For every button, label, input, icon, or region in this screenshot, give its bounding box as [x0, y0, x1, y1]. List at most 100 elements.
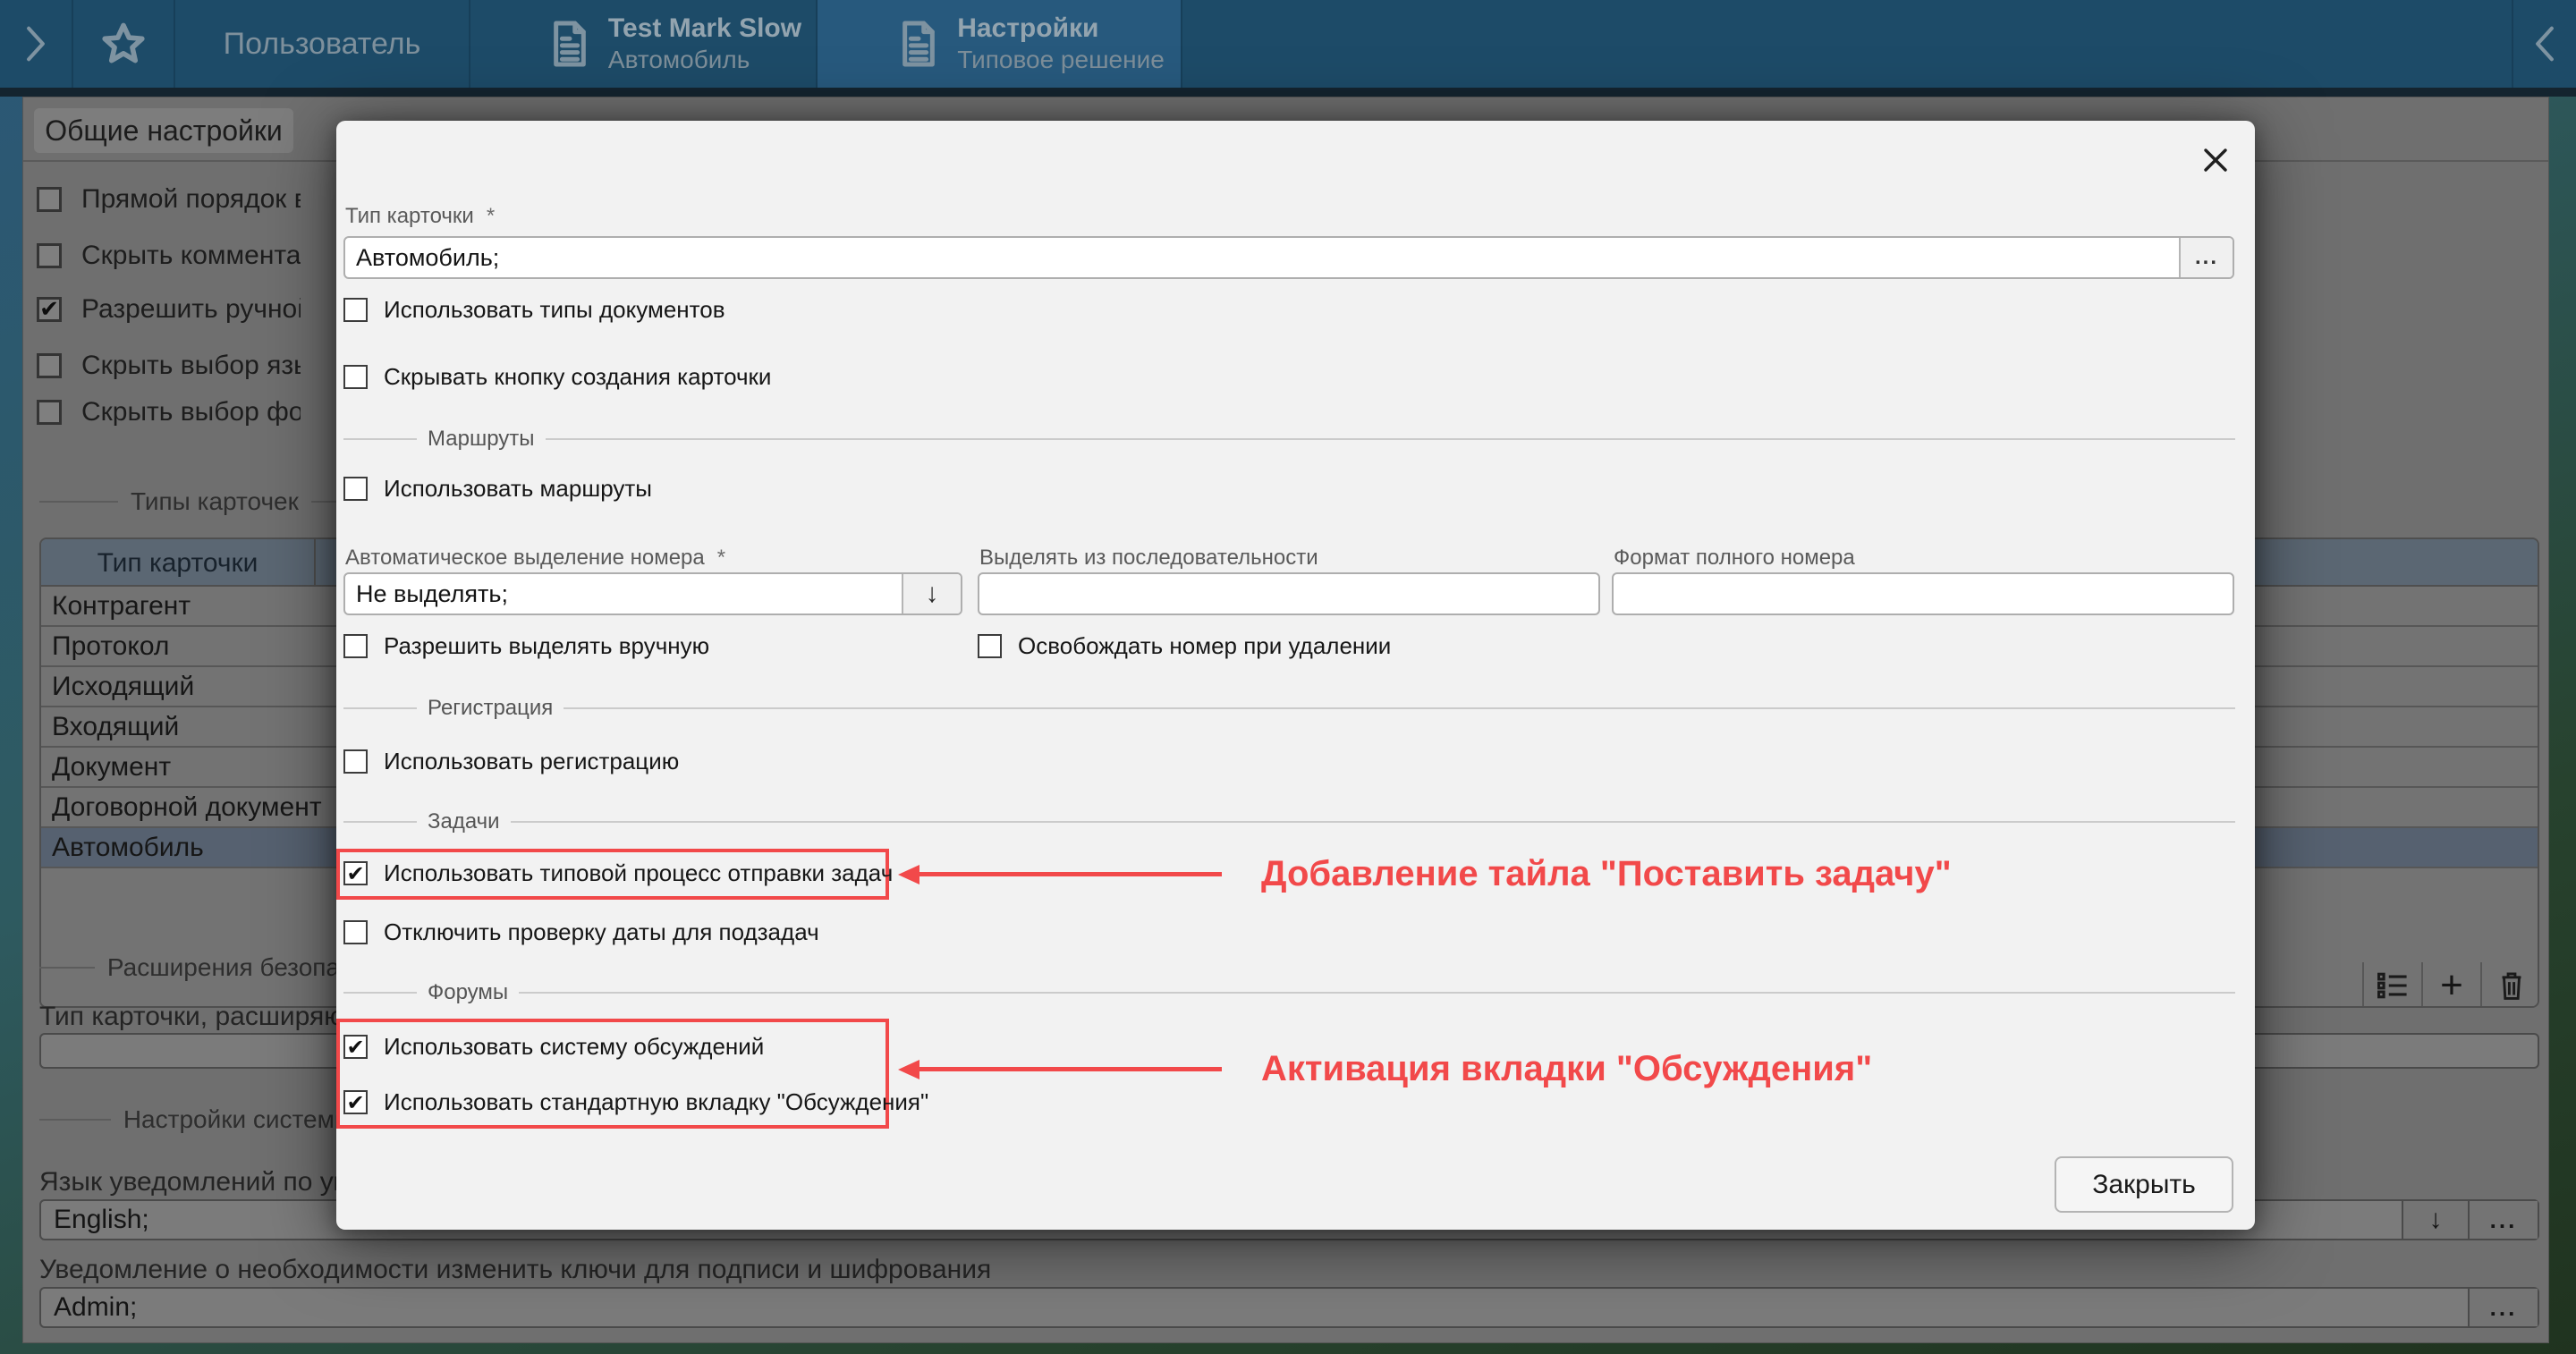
- checkbox-box: [343, 365, 368, 389]
- document-icon: [549, 19, 590, 69]
- task-annotation-note: Добавление тайла "Поставить задачу": [1261, 854, 1952, 894]
- table-cell: Исходящий: [52, 672, 194, 702]
- bg-checkbox-label: Скрыть выбор языка инте: [81, 351, 301, 381]
- checkbox-use-routes[interactable]: Использовать маршруты: [343, 477, 652, 501]
- more-button[interactable]: ...: [2468, 1201, 2538, 1239]
- auto-number-select[interactable]: Не выделять;: [345, 574, 902, 614]
- sequence-label: Выделять из последовательности: [979, 546, 1318, 571]
- chevron-right-icon: [21, 24, 51, 63]
- close-dialog-button[interactable]: [2199, 144, 2232, 176]
- auto-number-label: Автоматическое выделение номера*: [345, 546, 725, 571]
- bg-checkbox-label: Скрыть комментарий для: [81, 241, 301, 271]
- tab-subtitle: Типовое решение: [957, 46, 1165, 74]
- tab-user-label: Пользователь: [224, 27, 421, 62]
- card-type-input-group: Автомобиль; ...: [343, 236, 2234, 279]
- tab-settings[interactable]: Настройки Типовое решение: [818, 0, 1182, 88]
- check-icon: ✔: [346, 863, 364, 884]
- close-icon: [2202, 147, 2229, 173]
- section-forums: Форумы: [343, 979, 2235, 1006]
- bg-checkbox[interactable]: Скрыть комментарий для: [37, 243, 301, 268]
- bg-checkbox[interactable]: ✔ Разрешить ручной ввод и: [37, 297, 301, 322]
- collapse-chevron-button[interactable]: [2513, 0, 2576, 88]
- keys-notification-input[interactable]: Admin; ...: [39, 1287, 2539, 1328]
- card-type-more-button[interactable]: ...: [2179, 238, 2233, 277]
- bg-checkbox[interactable]: Скрыть выбор форматиро: [37, 400, 301, 425]
- check-icon: ✔: [39, 298, 59, 321]
- default-language-label: Язык уведомлений по умолч: [39, 1167, 337, 1197]
- checkbox-box: [37, 187, 62, 212]
- checkbox-use-registration[interactable]: Использовать регистрацию: [343, 749, 679, 774]
- security-card-type-label: Тип карточки, расширяющий: [39, 1002, 337, 1032]
- forums-annotation-note: Активация вкладки "Обсуждения": [1261, 1049, 1872, 1089]
- more-button[interactable]: ...: [2468, 1289, 2538, 1326]
- checkbox-box: [343, 749, 368, 774]
- checkbox-box: [37, 353, 62, 378]
- dropdown-button[interactable]: ↓: [2402, 1201, 2468, 1239]
- checkbox-box: [343, 477, 368, 501]
- favorites-star-button[interactable]: [73, 0, 175, 88]
- table-header-label: Тип карточки: [41, 539, 314, 587]
- bg-checkbox-label: Скрыть выбор форматиро: [81, 397, 301, 427]
- bg-checkbox-label: Разрешить ручной ввод и: [81, 294, 301, 325]
- table-cell: Входящий: [52, 712, 179, 742]
- checkbox-hide-create-button[interactable]: Скрывать кнопку создания карточки: [343, 365, 771, 389]
- checkbox-box: ✔: [37, 297, 62, 322]
- section-tasks: Задачи: [343, 808, 2235, 835]
- tab-user[interactable]: Пользователь: [175, 0, 470, 88]
- expand-chevron-button[interactable]: [0, 0, 73, 88]
- plus-icon: +: [2440, 966, 2463, 1005]
- bg-checkbox[interactable]: Скрыть выбор языка инте: [37, 353, 301, 378]
- checkbox-disable-subtask-date-check[interactable]: Отключить проверку даты для подзадач: [343, 920, 819, 944]
- task-annotation-arrow: [919, 872, 1222, 876]
- table-cell: Автомобиль: [52, 833, 204, 863]
- section-routes: Маршруты: [343, 426, 2235, 453]
- list-icon: [2377, 971, 2408, 1000]
- sequence-input[interactable]: [978, 572, 1600, 615]
- section-card-types: Типы карточек: [39, 488, 352, 515]
- document-icon: [898, 19, 939, 69]
- auto-number-select-group: Не выделять; ↓: [343, 572, 962, 615]
- section-registration: Регистрация: [343, 695, 2235, 722]
- bg-checkbox[interactable]: Прямой порядок в листе: [37, 187, 301, 212]
- checkbox-task-process[interactable]: ✔ Использовать типовой процесс отправки …: [343, 861, 893, 885]
- chevron-left-icon: [2529, 24, 2560, 63]
- column-divider: [314, 539, 316, 587]
- down-arrow-icon: ↓: [2429, 1205, 2443, 1235]
- tab-general-settings[interactable]: Общие настройки: [34, 108, 293, 153]
- checkbox-box: [37, 243, 62, 268]
- checkbox-box: [343, 920, 368, 944]
- checkbox-box: [343, 634, 368, 658]
- app-screen: Пользователь Test Mark Slow Автомобиль Н…: [0, 0, 2576, 1354]
- auto-number-dropdown-button[interactable]: ↓: [902, 574, 961, 614]
- checkbox-use-doc-types[interactable]: Использовать типы документов: [343, 298, 725, 322]
- tab-title: Настройки: [957, 13, 1165, 44]
- list-view-button[interactable]: [2362, 962, 2421, 1008]
- forums-annotation-arrow: [919, 1067, 1222, 1071]
- delete-row-button[interactable]: [2480, 962, 2539, 1008]
- add-row-button[interactable]: +: [2421, 962, 2480, 1008]
- tab-subtitle: Автомобиль: [608, 46, 801, 74]
- tab-test-mark-slow[interactable]: Test Mark Slow Автомобиль: [470, 0, 818, 88]
- checkbox-box: [343, 298, 368, 322]
- check-icon: ✔: [346, 1037, 364, 1058]
- checkbox-allow-manual[interactable]: Разрешить выделять вручную: [343, 634, 709, 658]
- close-button[interactable]: Закрыть: [2055, 1156, 2233, 1213]
- bg-checkbox-label: Прямой порядок в листе: [81, 184, 301, 215]
- required-mark: *: [487, 204, 495, 228]
- checkbox-box: [978, 634, 1002, 658]
- card-type-label: Тип карточки*: [345, 204, 495, 229]
- section-system-settings: Настройки системы: [39, 1106, 352, 1133]
- checkbox-standard-discussion-tab[interactable]: ✔ Использовать стандартную вкладку "Обсу…: [343, 1090, 928, 1114]
- checkbox-use-forums[interactable]: ✔ Использовать систему обсуждений: [343, 1035, 764, 1059]
- down-arrow-icon: ↓: [926, 579, 939, 609]
- section-security-extensions: Расширения безопас: [39, 954, 352, 981]
- card-type-input[interactable]: Автомобиль;: [345, 238, 2179, 277]
- ellipsis-icon: ...: [2490, 1206, 2518, 1234]
- topbar: Пользователь Test Mark Slow Автомобиль Н…: [0, 0, 2576, 97]
- table-cell: Договорной документ: [52, 792, 322, 823]
- full-number-format-input[interactable]: [1612, 572, 2234, 615]
- table-cell: Протокол: [52, 631, 169, 662]
- checkbox-release-number[interactable]: Освобождать номер при удалении: [978, 634, 1391, 658]
- star-icon: [100, 21, 147, 67]
- check-icon: ✔: [346, 1092, 364, 1113]
